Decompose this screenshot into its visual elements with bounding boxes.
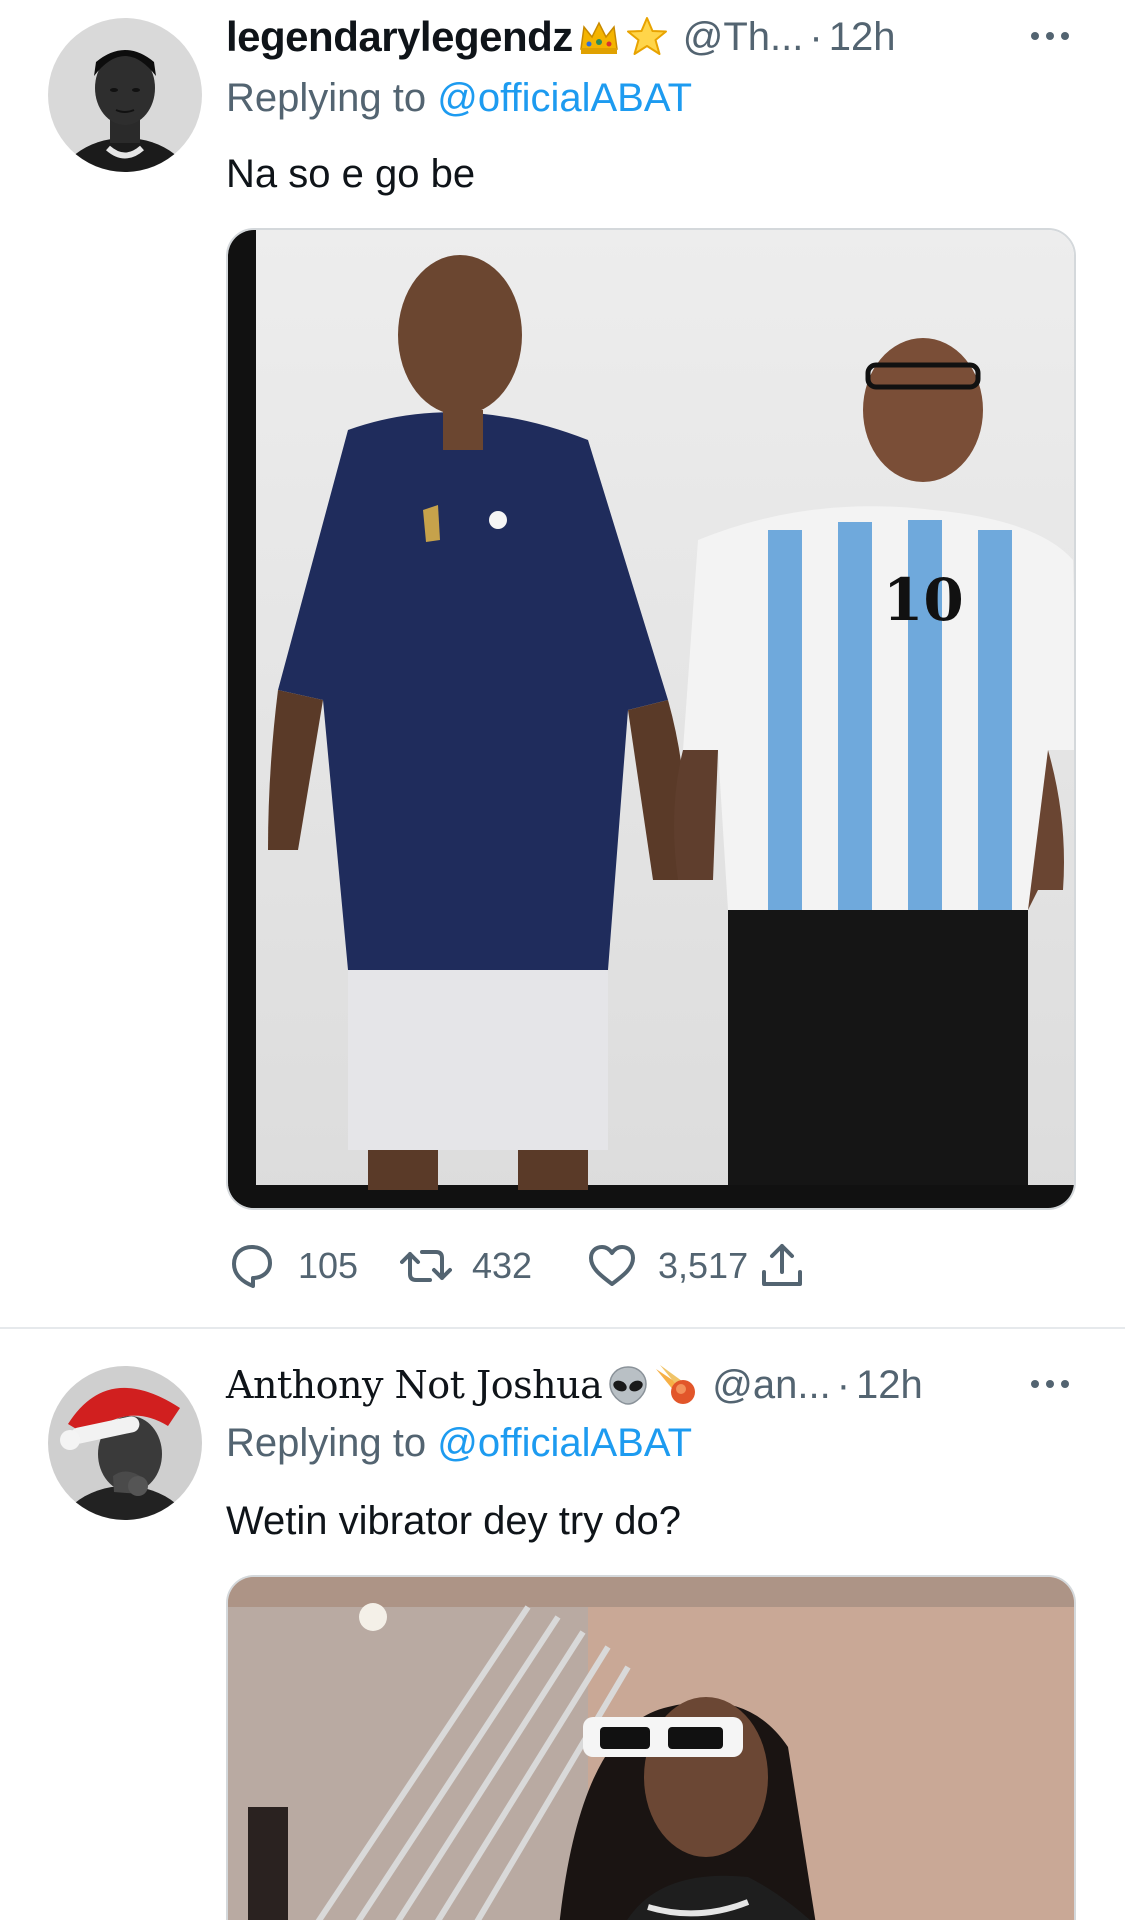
avatar-image (48, 18, 202, 172)
like-button[interactable]: 3,517 (586, 1236, 748, 1296)
heart-icon (589, 1245, 635, 1286)
tweet-actions: 105 432 3,517 (226, 1236, 1026, 1296)
timestamp[interactable]: 12h (856, 1363, 923, 1408)
replying-mention[interactable]: @officialABAT (437, 76, 692, 120)
replying-mention[interactable]: @officialABAT (437, 1421, 692, 1465)
reply-icon (232, 1245, 272, 1288)
tweet[interactable]: legendarylegendz @Th... · 12h Replying t… (0, 0, 1125, 1328)
star-emoji (626, 17, 667, 55)
share-button[interactable] (756, 1236, 808, 1296)
replying-to: Replying to @officialABAT (226, 1421, 692, 1466)
more-dots-icon[interactable] (1027, 1366, 1073, 1402)
handle[interactable]: @an... (712, 1363, 830, 1408)
display-name[interactable]: legendarylegendz (226, 13, 573, 61)
retweet-count: 432 (472, 1245, 533, 1286)
jersey-number: 10 (883, 566, 964, 634)
alien-emoji (609, 1366, 648, 1405)
reply-button[interactable]: 105 (226, 1236, 358, 1296)
tweet-header: legendarylegendz @Th... · 12h (226, 12, 1125, 62)
separator: · (809, 14, 823, 59)
tweet-text: Na so e go be (226, 152, 476, 196)
share-icon (762, 1244, 802, 1286)
like-count: 3,517 (658, 1245, 749, 1286)
comet-emoji (656, 1365, 696, 1404)
tweet-header: Anthony Not Joshua @an... · 12h (226, 1360, 1125, 1410)
timestamp[interactable]: 12h (829, 15, 896, 60)
reply-count: 105 (298, 1245, 359, 1286)
tweet[interactable]: Anthony Not Joshua @an... · 12h Replying… (0, 1329, 1125, 1920)
more-dots-icon[interactable] (1027, 18, 1073, 54)
crown-emoji (579, 21, 618, 54)
handle[interactable]: @Th... (683, 15, 804, 60)
avatar-image (48, 1366, 202, 1520)
replying-to: Replying to @officialABAT (226, 76, 692, 121)
avatar[interactable] (48, 1366, 202, 1520)
tweet-media[interactable]: 10 (226, 228, 1076, 1210)
retweet-icon (400, 1250, 452, 1282)
tweet-media[interactable] (226, 1575, 1076, 1920)
avatar[interactable] (48, 18, 202, 172)
photo-image (228, 1577, 1074, 1920)
display-name[interactable]: Anthony Not Joshua (226, 1363, 603, 1407)
separator: · (836, 1362, 851, 1407)
photo-image: 10 (228, 230, 1074, 1208)
tweet-text: Wetin vibrator dey try do? (226, 1499, 682, 1543)
replying-prefix: Replying to (226, 1421, 438, 1465)
replying-prefix: Replying to (226, 76, 438, 120)
retweet-button[interactable]: 432 (400, 1236, 532, 1296)
